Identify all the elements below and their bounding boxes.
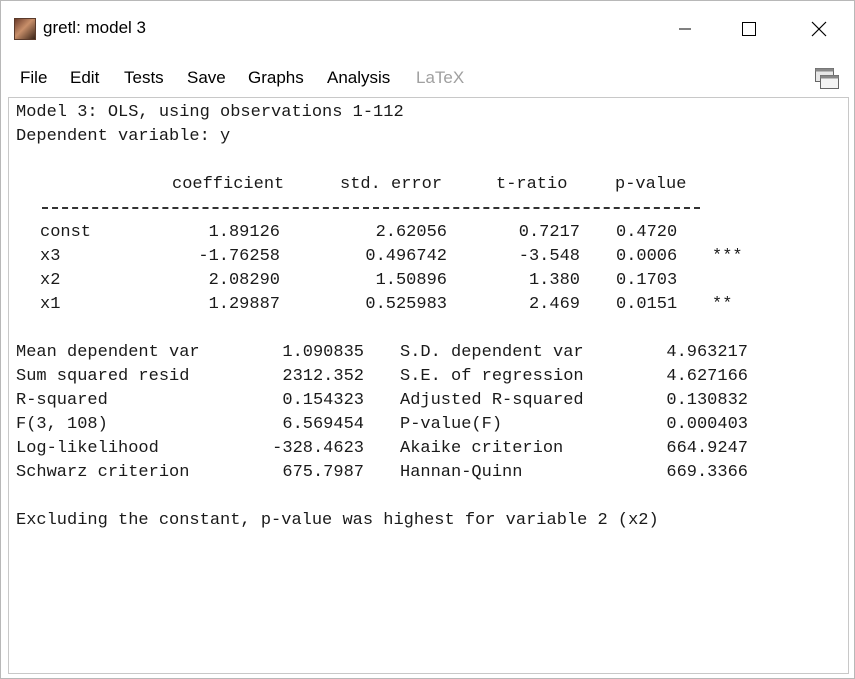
- menu-analysis[interactable]: Analysis: [327, 67, 390, 89]
- maximize-button[interactable]: [715, 1, 783, 57]
- stat-label-left: Mean dependent var: [16, 343, 200, 362]
- row-std-error: 0.496742: [365, 247, 447, 266]
- window-title: gretl: model 3: [43, 18, 146, 37]
- row-name: x2: [40, 271, 61, 290]
- menu-latex: LaTeX: [416, 68, 465, 87]
- stat-label-left: Schwarz criterion: [16, 463, 190, 482]
- minimize-icon: [679, 28, 691, 30]
- stat-value-right: 669.3366: [666, 463, 748, 482]
- row-t-ratio: 0.7217: [518, 223, 580, 242]
- row-p-value: 0.0006: [616, 247, 678, 266]
- model-window: gretl: model 3 File Edit Tests Save Grap…: [0, 0, 855, 679]
- col-header-coefficient: coefficient: [172, 175, 285, 194]
- menu-tests[interactable]: Tests: [124, 67, 164, 89]
- table-separator: [42, 207, 700, 209]
- output-header-line2: Dependent variable: y: [16, 127, 231, 146]
- row-name: x1: [40, 295, 61, 314]
- windows-stack-icon[interactable]: [814, 67, 840, 91]
- menu-file[interactable]: File: [20, 67, 47, 89]
- stat-label-right: P-value(F): [400, 415, 503, 434]
- col-header-t-ratio: t-ratio: [496, 175, 568, 194]
- stat-value-left: 6.569454: [282, 415, 364, 434]
- stat-value-right: 664.9247: [666, 439, 748, 458]
- stat-label-left: Log-likelihood: [16, 439, 159, 458]
- menu-bar: File Edit Tests Save Graphs Analysis LaT…: [1, 57, 854, 97]
- stat-label-left: Sum squared resid: [16, 367, 190, 386]
- stat-value-right: 4.627166: [666, 367, 748, 386]
- row-p-value: 0.1703: [616, 271, 678, 290]
- stat-value-right: 4.963217: [666, 343, 748, 362]
- row-t-ratio: -3.548: [518, 247, 580, 266]
- row-std-error: 1.50896: [375, 271, 447, 290]
- row-t-ratio: 1.380: [528, 271, 580, 290]
- menu-save[interactable]: Save: [187, 67, 226, 89]
- row-coefficient: 1.29887: [208, 295, 280, 314]
- stat-value-left: -328.4623: [272, 439, 364, 458]
- output-footer-note: Excluding the constant, p-value was high…: [16, 511, 659, 530]
- stat-value-right: 0.130832: [666, 391, 748, 410]
- output-header-line1: Model 3: OLS, using observations 1-112: [16, 103, 404, 122]
- stat-value-left: 675.7987: [282, 463, 364, 482]
- row-name: x3: [40, 247, 61, 266]
- row-std-error: 0.525983: [365, 295, 447, 314]
- stat-label-right: S.D. dependent var: [400, 343, 584, 362]
- gretl-app-icon[interactable]: [14, 18, 36, 40]
- stat-value-right: 0.000403: [666, 415, 748, 434]
- row-coefficient: 1.89126: [208, 223, 280, 242]
- title-bar[interactable]: gretl: model 3: [1, 1, 854, 57]
- row-significance: **: [712, 295, 733, 314]
- col-header-p-value: p-value: [615, 175, 687, 194]
- model-output-area[interactable]: Model 3: OLS, using observations 1-112 D…: [8, 97, 849, 674]
- row-name: const: [40, 223, 92, 242]
- stat-label-right: Hannan-Quinn: [400, 463, 523, 482]
- minimize-button[interactable]: [651, 1, 719, 57]
- row-coefficient: 2.08290: [208, 271, 280, 290]
- row-coefficient: -1.76258: [198, 247, 280, 266]
- stat-label-left: R-squared: [16, 391, 108, 410]
- row-p-value: 0.0151: [616, 295, 678, 314]
- stat-label-right: Adjusted R-squared: [400, 391, 584, 410]
- row-t-ratio: 2.469: [528, 295, 580, 314]
- close-icon: [811, 21, 827, 37]
- row-std-error: 2.62056: [375, 223, 447, 242]
- row-p-value: 0.4720: [616, 223, 678, 242]
- row-significance: ***: [712, 247, 743, 266]
- stat-value-left: 0.154323: [282, 391, 364, 410]
- stat-label-right: Akaike criterion: [400, 439, 564, 458]
- menu-graphs[interactable]: Graphs: [248, 67, 304, 89]
- close-button[interactable]: [785, 1, 853, 57]
- stat-label-right: S.E. of regression: [400, 367, 584, 386]
- stat-value-left: 1.090835: [282, 343, 364, 362]
- stat-label-left: F(3, 108): [16, 415, 108, 434]
- maximize-icon: [742, 22, 756, 36]
- menu-edit[interactable]: Edit: [70, 67, 99, 89]
- col-header-std-error: std. error: [340, 175, 443, 194]
- stat-value-left: 2312.352: [282, 367, 364, 386]
